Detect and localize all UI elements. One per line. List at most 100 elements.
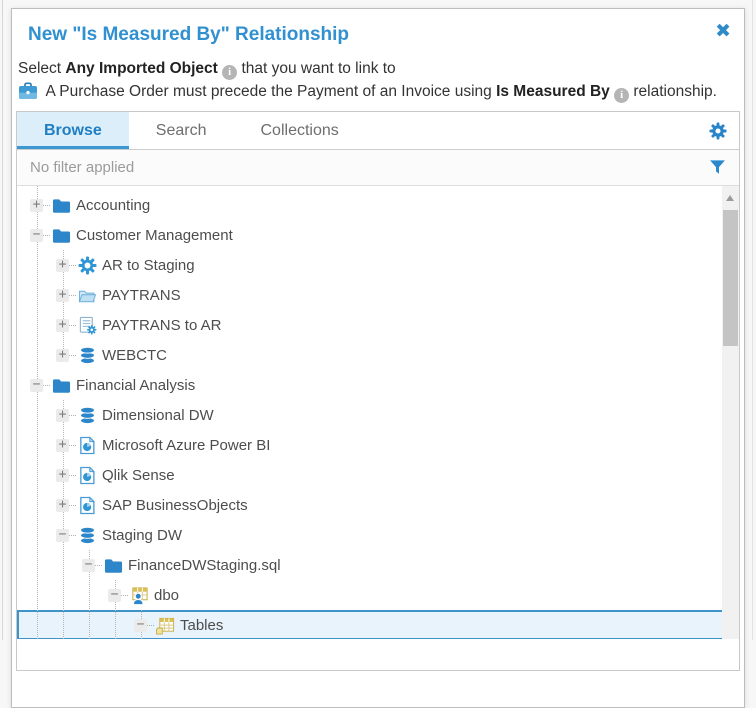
info-icon[interactable]: i: [222, 65, 237, 80]
intro-section: Select Any Imported Object i that you wa…: [18, 57, 738, 103]
tree-row-tables[interactable]: − Tables: [17, 610, 739, 639]
tree-connector: [121, 595, 128, 596]
tree-connector: [69, 265, 76, 266]
gear-icon: [78, 256, 97, 275]
tree-expander-icon[interactable]: −: [56, 529, 69, 542]
tree-row-qlik-sense[interactable]: + Qlik Sense: [17, 460, 739, 490]
tree-expander-icon[interactable]: +: [30, 199, 43, 212]
tree-node-label: Qlik Sense: [102, 467, 175, 484]
tree-node-label: Financial Analysis: [76, 377, 195, 394]
tree-row-ar-to-staging[interactable]: + AR to Staging: [17, 250, 739, 280]
tree-row-staging-dw[interactable]: − Staging DW: [17, 520, 739, 550]
filter-funnel-icon[interactable]: [709, 159, 726, 176]
tree-node-label: FinanceDWStaging.sql: [128, 557, 281, 574]
tree-connector: [43, 205, 50, 206]
tree-row-dbo[interactable]: − dbo: [17, 580, 739, 610]
page-right-edge: [752, 0, 753, 640]
tree-expander-icon[interactable]: +: [56, 319, 69, 332]
info-icon[interactable]: i: [614, 88, 629, 103]
database-icon: [78, 526, 97, 545]
tree-row-paytrans-to-ar[interactable]: + PAYTRANS to AR: [17, 310, 739, 340]
tree-row-accounting[interactable]: + Accounting: [17, 190, 739, 220]
tree-node-label: Staging DW: [102, 527, 182, 544]
open-folder-icon: [78, 286, 97, 305]
tree-row-microsoft-azure-power-bi[interactable]: + Microsoft Azure Power BI: [17, 430, 739, 460]
relationship-dialog: New "Is Measured By" Relationship ✖ Sele…: [11, 8, 745, 708]
tree-expander-icon[interactable]: +: [56, 259, 69, 272]
object-type-label: Any Imported Object: [65, 60, 217, 77]
tree-scrollbar[interactable]: [722, 186, 739, 639]
object-tree: + Accounting − Customer Management + AR …: [17, 186, 739, 639]
tree-connector: [69, 445, 76, 446]
tree-node-label: SAP BusinessObjects: [102, 497, 248, 514]
dialog-title: New "Is Measured By" Relationship: [28, 22, 728, 48]
report-icon: [78, 496, 97, 515]
tree-expander-icon[interactable]: +: [56, 289, 69, 302]
tree-rows: + Accounting − Customer Management + AR …: [17, 186, 739, 639]
tab-search[interactable]: Search: [129, 112, 234, 149]
tree-expander-icon[interactable]: −: [134, 619, 147, 632]
folder-icon: [52, 196, 71, 215]
tree-expander-icon[interactable]: +: [56, 439, 69, 452]
select-prefix: Select: [18, 60, 65, 77]
filter-bar: No filter applied: [17, 150, 739, 186]
tree-connector: [69, 325, 76, 326]
tree-expander-icon[interactable]: −: [82, 559, 95, 572]
tree-expander-icon[interactable]: +: [56, 349, 69, 362]
page-left-edge: [2, 0, 3, 640]
scrollbar-thumb[interactable]: [723, 210, 738, 346]
tree-connector: [43, 385, 50, 386]
relationship-name: Is Measured By: [496, 83, 610, 100]
schema-user-icon: [130, 586, 149, 605]
tree-node-label: WEBCTC: [102, 347, 167, 364]
tab-browse[interactable]: Browse: [17, 112, 129, 149]
tree-expander-icon[interactable]: −: [108, 589, 121, 602]
tree-node-label: Microsoft Azure Power BI: [102, 437, 270, 454]
tree-expander-icon[interactable]: −: [30, 379, 43, 392]
tree-expander-icon[interactable]: +: [56, 469, 69, 482]
tree-connector: [43, 235, 50, 236]
tree-connector: [147, 625, 154, 626]
tree-connector: [69, 535, 76, 536]
tab-collections[interactable]: Collections: [234, 112, 366, 149]
tree-expander-icon[interactable]: +: [56, 499, 69, 512]
folder-icon: [104, 556, 123, 575]
tree-node-label: Customer Management: [76, 227, 233, 244]
tree-row-paytrans[interactable]: + PAYTRANS: [17, 280, 739, 310]
dialog-header: New "Is Measured By" Relationship ✖: [12, 9, 744, 48]
tree-node-label: AR to Staging: [102, 257, 195, 274]
scrollbar-up-arrow[interactable]: [726, 195, 734, 201]
rule-pre: A Purchase Order must precede the Paymen…: [42, 83, 496, 100]
tree-connector: [69, 475, 76, 476]
tree-node-label: dbo: [154, 587, 179, 604]
folder-icon: [52, 226, 71, 245]
database-icon: [78, 346, 97, 365]
tree-node-label: Dimensional DW: [102, 407, 214, 424]
tree-row-financedwstaging-sql[interactable]: − FinanceDWStaging.sql: [17, 550, 739, 580]
folder-icon: [52, 376, 71, 395]
tree-connector: [69, 355, 76, 356]
settings-gear-icon[interactable]: [709, 112, 739, 149]
tree-row-dimensional-dw[interactable]: + Dimensional DW: [17, 400, 739, 430]
database-icon: [78, 406, 97, 425]
tree-connector: [69, 415, 76, 416]
report-icon: [78, 466, 97, 485]
tree-expander-icon[interactable]: +: [56, 409, 69, 422]
tabs: BrowseSearchCollections: [17, 112, 366, 149]
rule-post: relationship.: [629, 83, 717, 100]
tree-node-label: PAYTRANS: [102, 287, 181, 304]
tree-node-label: Accounting: [76, 197, 150, 214]
table-icon: [156, 616, 175, 635]
tree-node-label: PAYTRANS to AR: [102, 317, 221, 334]
tree-connector: [69, 295, 76, 296]
tree-row-sap-businessobjects[interactable]: + SAP BusinessObjects: [17, 490, 739, 520]
tree-row-customer-management[interactable]: − Customer Management: [17, 220, 739, 250]
select-suffix: that you want to link to: [237, 60, 396, 77]
select-instruction: Select Any Imported Object i that you wa…: [18, 57, 738, 80]
briefcase-icon: [18, 82, 38, 100]
tree-row-webctc[interactable]: + WEBCTC: [17, 340, 739, 370]
tree-connector: [69, 505, 76, 506]
tree-expander-icon[interactable]: −: [30, 229, 43, 242]
tree-row-financial-analysis[interactable]: − Financial Analysis: [17, 370, 739, 400]
close-icon[interactable]: ✖: [715, 21, 731, 43]
